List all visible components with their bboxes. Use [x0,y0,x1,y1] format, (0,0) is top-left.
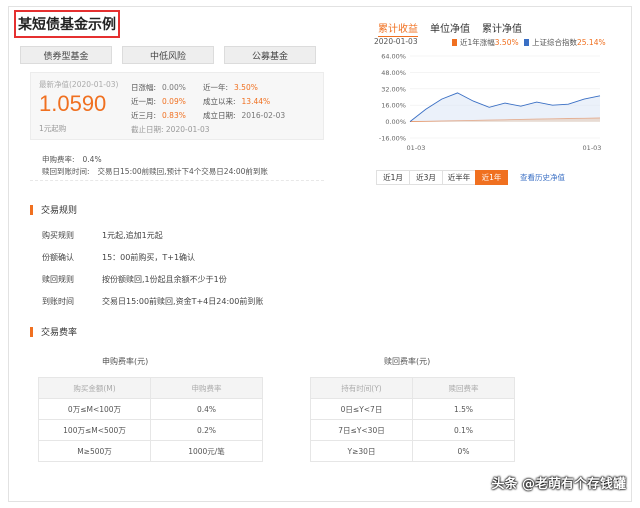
nav-date-label: 最新净值(2020-01-03) [39,80,119,89]
stat-3month: 近三月: 0.83% [131,111,186,120]
trade-rules-heading: 交易规则 [30,203,77,216]
table-header-row: 持有时间(Y) 赎回费率 [310,377,515,399]
page-title: 某短债基金示例 [14,10,120,38]
rule-row-redeem: 赎回规则 按份额赎回,1份起且余额不少于1份 [42,275,227,284]
rule-row-buy: 购买规则 1元起,追加1元起 [42,231,163,240]
table-cell: 100万≤M<500万 [38,419,151,441]
index-series-area [410,92,600,122]
tab-cumulative-return[interactable]: 累计收益 [378,20,418,37]
stat-deadline: 截止日期: 2020-01-03 [131,125,210,134]
table-row: 7日≤Y<30日 0.1% [310,419,515,441]
section-bar-icon [30,204,33,215]
table-header-row: 购买金额(M) 申购费率 [38,377,263,399]
y-tick-label: 0.00% [385,118,406,126]
watermark-text: 头条 @老萌有个存钱罐 [491,477,626,492]
redeem-fee-heading: 赎回费率(元) [384,357,431,366]
nav-value: 1.0590 [39,91,107,116]
table-row: 0日≤Y<7日 1.5% [310,398,515,420]
table-cell: Y≥30日 [310,440,413,462]
section-bar-icon [30,326,33,337]
table-cell: 0.1% [412,419,515,441]
rule-row-arrival: 到账时间 交易日15:00前赎回,资金T+4日24:00前到账 [42,297,264,306]
table-header-cell: 赎回费率 [412,377,515,399]
table-header-cell: 购买金额(M) [38,377,151,399]
buy-fee-table: 购买金额(M) 申购费率 0万≤M<100万 0.4% 100万≤M<500万 … [38,377,263,462]
y-tick-label: 64.00% [381,53,406,61]
nav-info-panel: 最新净值(2020-01-03) 1.0590 1元起购 日涨幅: 0.00% 近… [30,72,324,140]
table-row: M≥500万 1000元/笔 [38,440,263,462]
legend-fund-swatch [452,39,457,46]
x-tick-label: 01-03 [583,144,602,152]
history-nav-link[interactable]: 查看历史净值 [520,170,565,185]
buy-fee-heading: 申购费率(元) [102,357,149,366]
table-cell: 0万≤M<100万 [38,398,151,420]
range-1month-button[interactable]: 近1月 [376,170,409,185]
table-cell: 0.2% [150,419,263,441]
min-buy-label: 1元起购 [39,124,67,133]
stat-establish-date: 成立日期: 2016-02-03 [203,111,286,120]
buy-fee-summary: 申购费率: 0.4% [42,155,102,164]
y-tick-label: 32.00% [381,85,406,93]
y-tick-label: -16.00% [379,135,406,143]
tag-fund-category[interactable]: 公募基金 [224,46,316,64]
fund-tags: 债券型基金 中低风险 公募基金 [20,46,316,64]
legend-fund: 近1年涨幅 3.50% [452,37,519,48]
divider [30,180,324,181]
table-row: Y≥30日 0% [310,440,515,462]
tag-risk-level[interactable]: 中低风险 [122,46,214,64]
table-header-cell: 申购费率 [150,377,263,399]
fee-rates-heading: 交易费率 [30,325,77,338]
table-row: 0万≤M<100万 0.4% [38,398,263,420]
table-header-cell: 持有时间(Y) [310,377,413,399]
legend-index-swatch [524,39,529,46]
range-3month-button[interactable]: 近3月 [409,170,442,185]
chart-date: 2020-01-03 [374,37,418,46]
table-cell: 0.4% [150,398,263,420]
x-tick-label: 01-03 [407,144,426,152]
legend-index: 上证综合指数 25.14% [524,37,606,48]
stat-1year: 近一年: 3.50% [203,83,258,92]
stat-day: 日涨幅: 0.00% [131,83,186,92]
table-cell: 1.5% [412,398,515,420]
table-cell: 7日≤Y<30日 [310,419,413,441]
range-1year-button[interactable]: 近1年 [475,170,508,185]
redeem-time-summary: 赎回到账时间: 交易日15:00前赎回,预计下4个交易日24:00前到账 [42,167,268,176]
y-tick-label: 48.00% [381,69,406,77]
table-cell: 0日≤Y<7日 [310,398,413,420]
table-cell: 0% [412,440,515,462]
tab-cumulative-nav[interactable]: 累计净值 [482,20,522,37]
stat-week: 近一周: 0.09% [131,97,186,106]
stat-since-inception: 成立以来: 13.44% [203,97,271,106]
chart-tabs: 累计收益 单位净值 累计净值 [378,20,522,37]
rule-row-confirm: 份额确认 15：00前购买，T+1确认 [42,253,196,262]
return-chart: 64.00%48.00%32.00%16.00%0.00%-16.00%01-0… [379,53,602,153]
table-cell: 1000元/笔 [150,440,263,462]
tag-fund-type[interactable]: 债券型基金 [20,46,112,64]
range-halfyear-button[interactable]: 近半年 [442,170,475,185]
tab-unit-nav[interactable]: 单位净值 [430,20,470,37]
redeem-fee-table: 持有时间(Y) 赎回费率 0日≤Y<7日 1.5% 7日≤Y<30日 0.1% … [310,377,515,462]
table-row: 100万≤M<500万 0.2% [38,419,263,441]
table-cell: M≥500万 [38,440,151,462]
y-tick-label: 16.00% [381,102,406,110]
range-selector: 近1月 近3月 近半年 近1年 查看历史净值 [376,170,565,185]
